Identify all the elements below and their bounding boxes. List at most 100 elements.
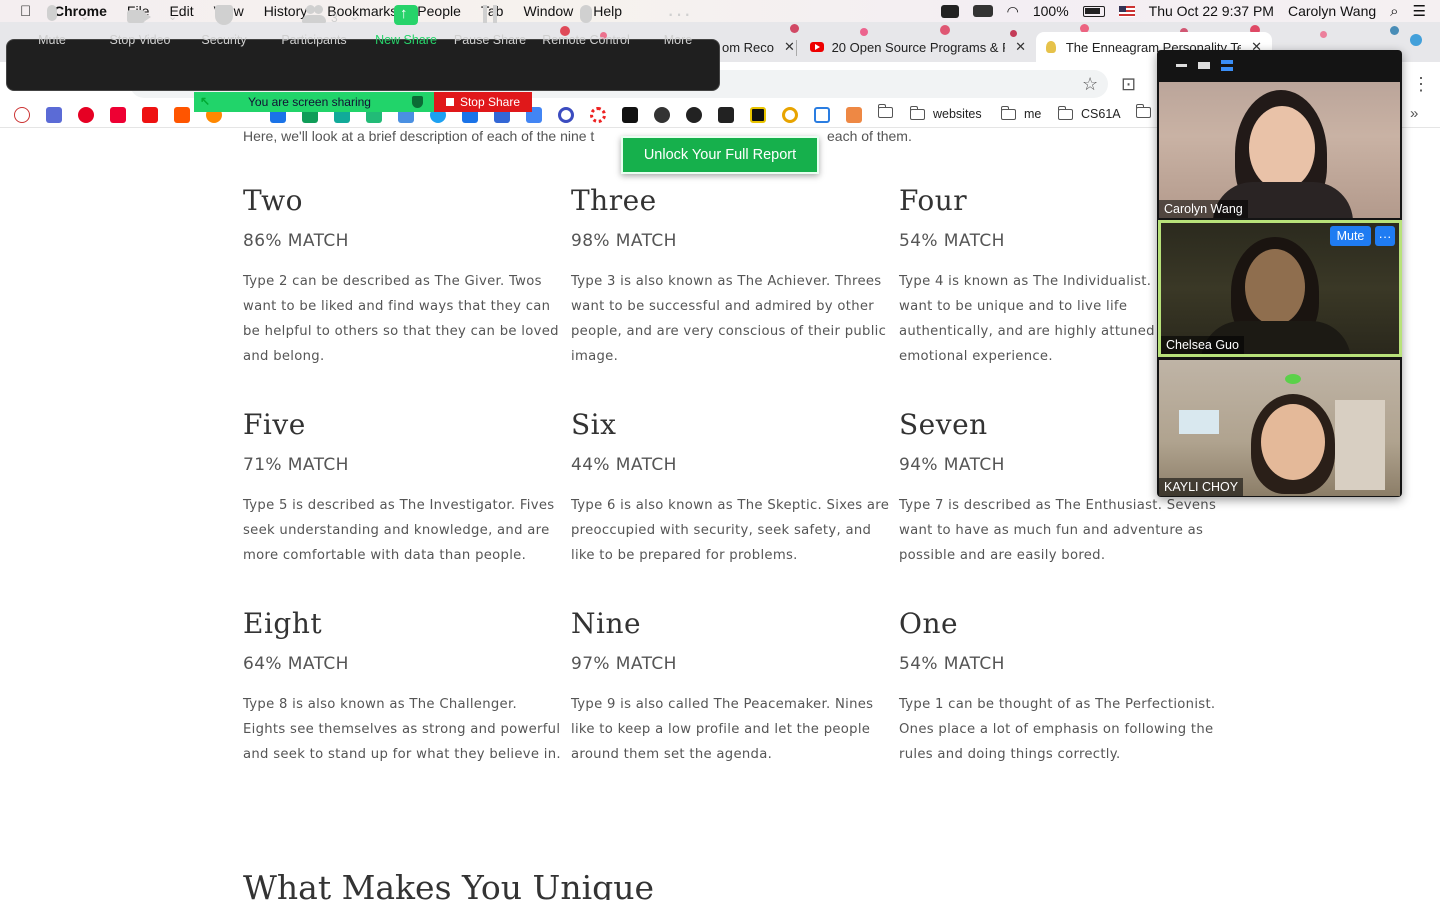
type-description: Type 3 is also known as The Achiever. Th… <box>571 274 887 364</box>
security-shield-icon <box>412 96 423 108</box>
bookmark-c-icon[interactable] <box>782 107 798 123</box>
tab-separator <box>796 40 797 56</box>
participant-name: Carolyn Wang <box>1159 200 1248 218</box>
stop-square-icon <box>445 98 454 106</box>
folder-icon <box>1057 105 1073 120</box>
bookmark-graduation-icon[interactable] <box>718 107 734 123</box>
gallery-strip-icon[interactable] <box>1221 60 1233 71</box>
participant-name: KAYLI CHOY <box>1159 478 1244 496</box>
tab-label: 20 Open Source Programs & P <box>831 39 1006 55</box>
type-name: Five <box>243 408 306 441</box>
unlock-full-report-button[interactable]: Unlock Your Full Report <box>621 136 819 174</box>
type-card-one: One 54% MATCH Type 1 can be thought of a… <box>899 607 1219 767</box>
participant-face <box>1249 106 1315 190</box>
tab-zoom-recording[interactable]: om Reco ✕ <box>712 32 805 62</box>
minimize-icon[interactable] <box>1176 64 1187 67</box>
video-options-chevron-icon[interactable]: ⌄ <box>168 10 177 23</box>
wall-picture <box>1179 410 1219 434</box>
bookmark-folder-unnamed[interactable] <box>877 104 901 118</box>
share-screen-icon <box>394 5 418 25</box>
tab-open-source-programs[interactable]: 20 Open Source Programs & P ✕ <box>800 32 1036 62</box>
folder-icon <box>1000 105 1016 120</box>
pocket-extension-icon[interactable]: ⊡ <box>1121 74 1136 95</box>
intro-text-end: each of them. <box>827 128 912 144</box>
bookmark-folder-me[interactable]: me <box>1000 105 1042 121</box>
bookmark-folder-more[interactable] <box>1135 104 1159 118</box>
bookmark-red-icon[interactable] <box>110 107 126 123</box>
bookmark-nytimes-icon[interactable] <box>654 107 670 123</box>
type-description: Type 1 can be thought of as The Perfecti… <box>899 697 1216 762</box>
wifi-icon[interactable]: ◠ <box>1007 3 1019 20</box>
participant-name: Chelsea Guo <box>1161 336 1244 354</box>
battery-icon[interactable] <box>1082 5 1105 17</box>
video-camera-icon <box>127 10 151 23</box>
zoom-participants-label: Participants <box>281 33 347 47</box>
participant-face <box>1245 249 1305 325</box>
bookmark-github-icon[interactable] <box>686 107 702 123</box>
bookmark-orange-small-icon[interactable] <box>846 107 862 123</box>
zoom-participants-button[interactable]: Participants <box>276 0 352 52</box>
bookmarks-overflow-icon[interactable]: » <box>1410 105 1418 122</box>
keyboard-status-icon[interactable] <box>972 5 993 17</box>
background-furniture <box>1335 400 1385 490</box>
zoom-stop-video-label: Stop Video <box>109 33 171 47</box>
zoom-remote-control-button[interactable]: Remote Control <box>540 0 632 52</box>
zoom-pause-share-label: Pause Share <box>453 33 527 47</box>
tab-close-icon[interactable]: ✕ <box>784 39 795 55</box>
video-tile-kayli-choy[interactable]: KAYLI CHOY <box>1159 360 1400 496</box>
bookmark-star-app-icon[interactable] <box>46 107 62 123</box>
type-description: Type 7 is described as The Enthusiast. S… <box>899 498 1217 563</box>
zoom-stop-video-button[interactable]: Stop Video <box>104 0 176 52</box>
zoom-more-button[interactable]: ··· More <box>654 0 702 52</box>
bookmark-pf-icon[interactable] <box>814 107 830 123</box>
zoom-mute-button[interactable]: Mute <box>22 0 82 52</box>
video-tile-carolyn-wang[interactable]: Carolyn Wang <box>1159 82 1400 218</box>
type-match: 86% MATCH <box>243 231 349 251</box>
type-name: Six <box>571 408 617 441</box>
mute-options-chevron-icon[interactable]: ⌄ <box>80 10 89 23</box>
thumbnail-view-icon[interactable] <box>1198 62 1210 69</box>
bookmark-q-icon[interactable] <box>558 107 574 123</box>
type-match: 71% MATCH <box>243 455 349 475</box>
chrome-menu-icon[interactable]: ⋮ <box>1412 74 1430 95</box>
type-description: Type 6 is also known as The Skeptic. Six… <box>571 498 890 563</box>
bookmark-pinterest-icon[interactable] <box>78 107 94 123</box>
folder-label: CS61A <box>1081 107 1121 121</box>
participants-options-chevron-icon[interactable]: ⌄ <box>350 10 359 23</box>
bookmark-new-icon[interactable] <box>14 107 30 123</box>
type-match: 54% MATCH <box>899 654 1005 674</box>
zoom-new-share-button[interactable]: New Share <box>372 0 440 52</box>
type-match: 97% MATCH <box>571 654 677 674</box>
zoom-pause-share-button[interactable]: Pause Share <box>452 0 528 52</box>
spotlight-search-icon[interactable]: ⌕ <box>1390 3 1398 20</box>
participant-mute-button[interactable]: Mute <box>1330 226 1371 246</box>
tab-close-icon[interactable]: ✕ <box>1015 39 1026 55</box>
menubar-datetime[interactable]: Thu Oct 22 9:37 PM <box>1149 3 1274 19</box>
bookmark-g-icon[interactable] <box>750 107 766 123</box>
zoom-new-share-label: New Share <box>375 33 437 47</box>
type-description: Type 8 is also known as The Challenger. … <box>243 697 561 762</box>
drag-arrow-icon[interactable]: ↖ <box>200 94 210 108</box>
stop-share-button[interactable]: Stop Share <box>434 92 532 112</box>
bookmark-soundcloud-icon[interactable] <box>174 107 190 123</box>
screen-sharing-banner[interactable]: ↖ You are screen sharing <box>194 92 434 112</box>
bookmark-folder-cs61a[interactable]: CS61A <box>1057 105 1121 121</box>
bookmark-h-icon[interactable] <box>142 107 158 123</box>
folder-label: me <box>1024 107 1042 121</box>
mouse-icon <box>580 5 592 23</box>
sprout-headband <box>1285 374 1301 384</box>
menubar-user[interactable]: Carolyn Wang <box>1288 3 1376 19</box>
participants-icon <box>302 5 326 23</box>
participant-count: 3 <box>331 11 338 25</box>
type-card-two: Two 86% MATCH Type 2 can be described as… <box>243 184 563 369</box>
bookmark-d-icon[interactable] <box>622 107 638 123</box>
bookmark-folder-websites[interactable]: websites <box>909 105 982 121</box>
participant-more-button[interactable]: ··· <box>1375 226 1395 246</box>
bookmark-star-icon[interactable]: ☆ <box>1082 74 1098 95</box>
zoom-status-icon[interactable] <box>940 4 959 18</box>
bookmark-ring-icon[interactable] <box>590 107 606 123</box>
video-panel-header <box>1176 60 1244 71</box>
notification-center-icon[interactable]: ☰ <box>1413 2 1426 20</box>
input-source-flag-icon[interactable] <box>1118 5 1135 17</box>
zoom-security-button[interactable]: Security <box>194 0 254 52</box>
